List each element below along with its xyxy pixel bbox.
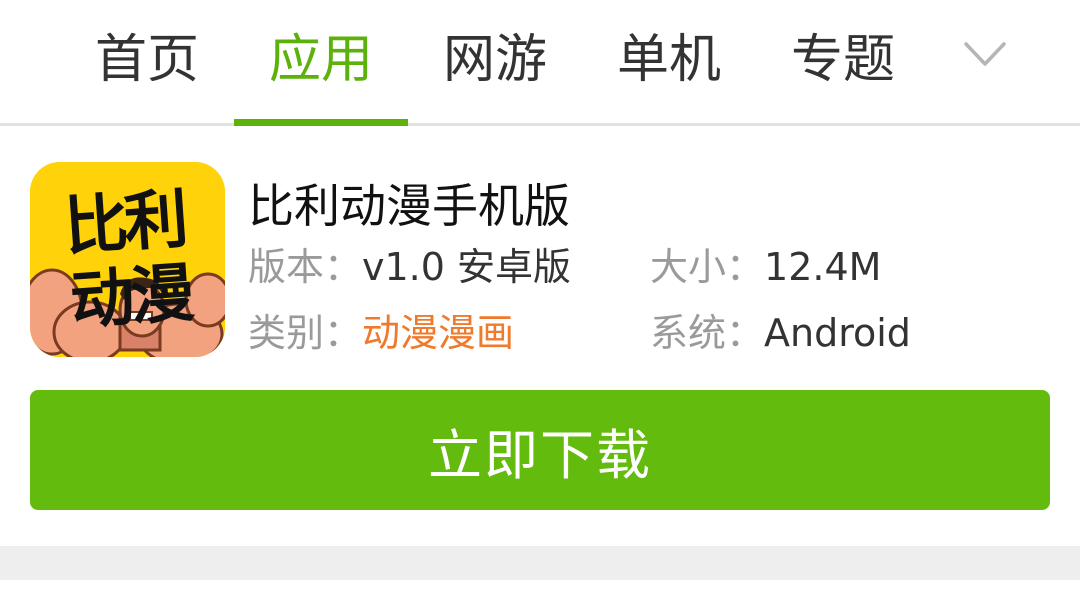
chevron-down-icon[interactable]: [960, 28, 1010, 78]
version-value: v1.0 安卓版: [362, 245, 572, 289]
app-icon[interactable]: 比利 动漫: [30, 162, 225, 357]
app-icon-text-bottom: 动漫: [67, 256, 193, 340]
category-info: 类别：动漫漫画: [248, 302, 514, 357]
top-nav: 首页 应用 网游 单机 专题: [0, 0, 1080, 126]
size-label: 大小：: [650, 245, 765, 289]
tab-online-games[interactable]: 网游: [408, 0, 582, 126]
size-value: 12.4M: [764, 245, 882, 289]
size-info: 大小：12.4M: [650, 236, 881, 291]
tab-topics[interactable]: 专题: [756, 0, 930, 126]
system-info: 系统：Android: [650, 302, 911, 357]
section-divider: [0, 546, 1080, 580]
active-tab-indicator: [234, 119, 408, 126]
tab-apps[interactable]: 应用: [234, 0, 408, 126]
category-label: 类别：: [248, 311, 363, 355]
app-title[interactable]: 比利动漫手机版: [248, 170, 570, 236]
version-label: 版本：: [248, 245, 363, 289]
download-button[interactable]: 立即下载: [30, 390, 1050, 510]
version-info: 版本：v1.0 安卓版: [248, 236, 571, 291]
category-link[interactable]: 动漫漫画: [362, 311, 514, 355]
system-value: Android: [764, 311, 911, 355]
system-label: 系统：: [650, 311, 765, 355]
tab-single-games[interactable]: 单机: [582, 0, 756, 126]
tab-home[interactable]: 首页: [60, 0, 234, 126]
